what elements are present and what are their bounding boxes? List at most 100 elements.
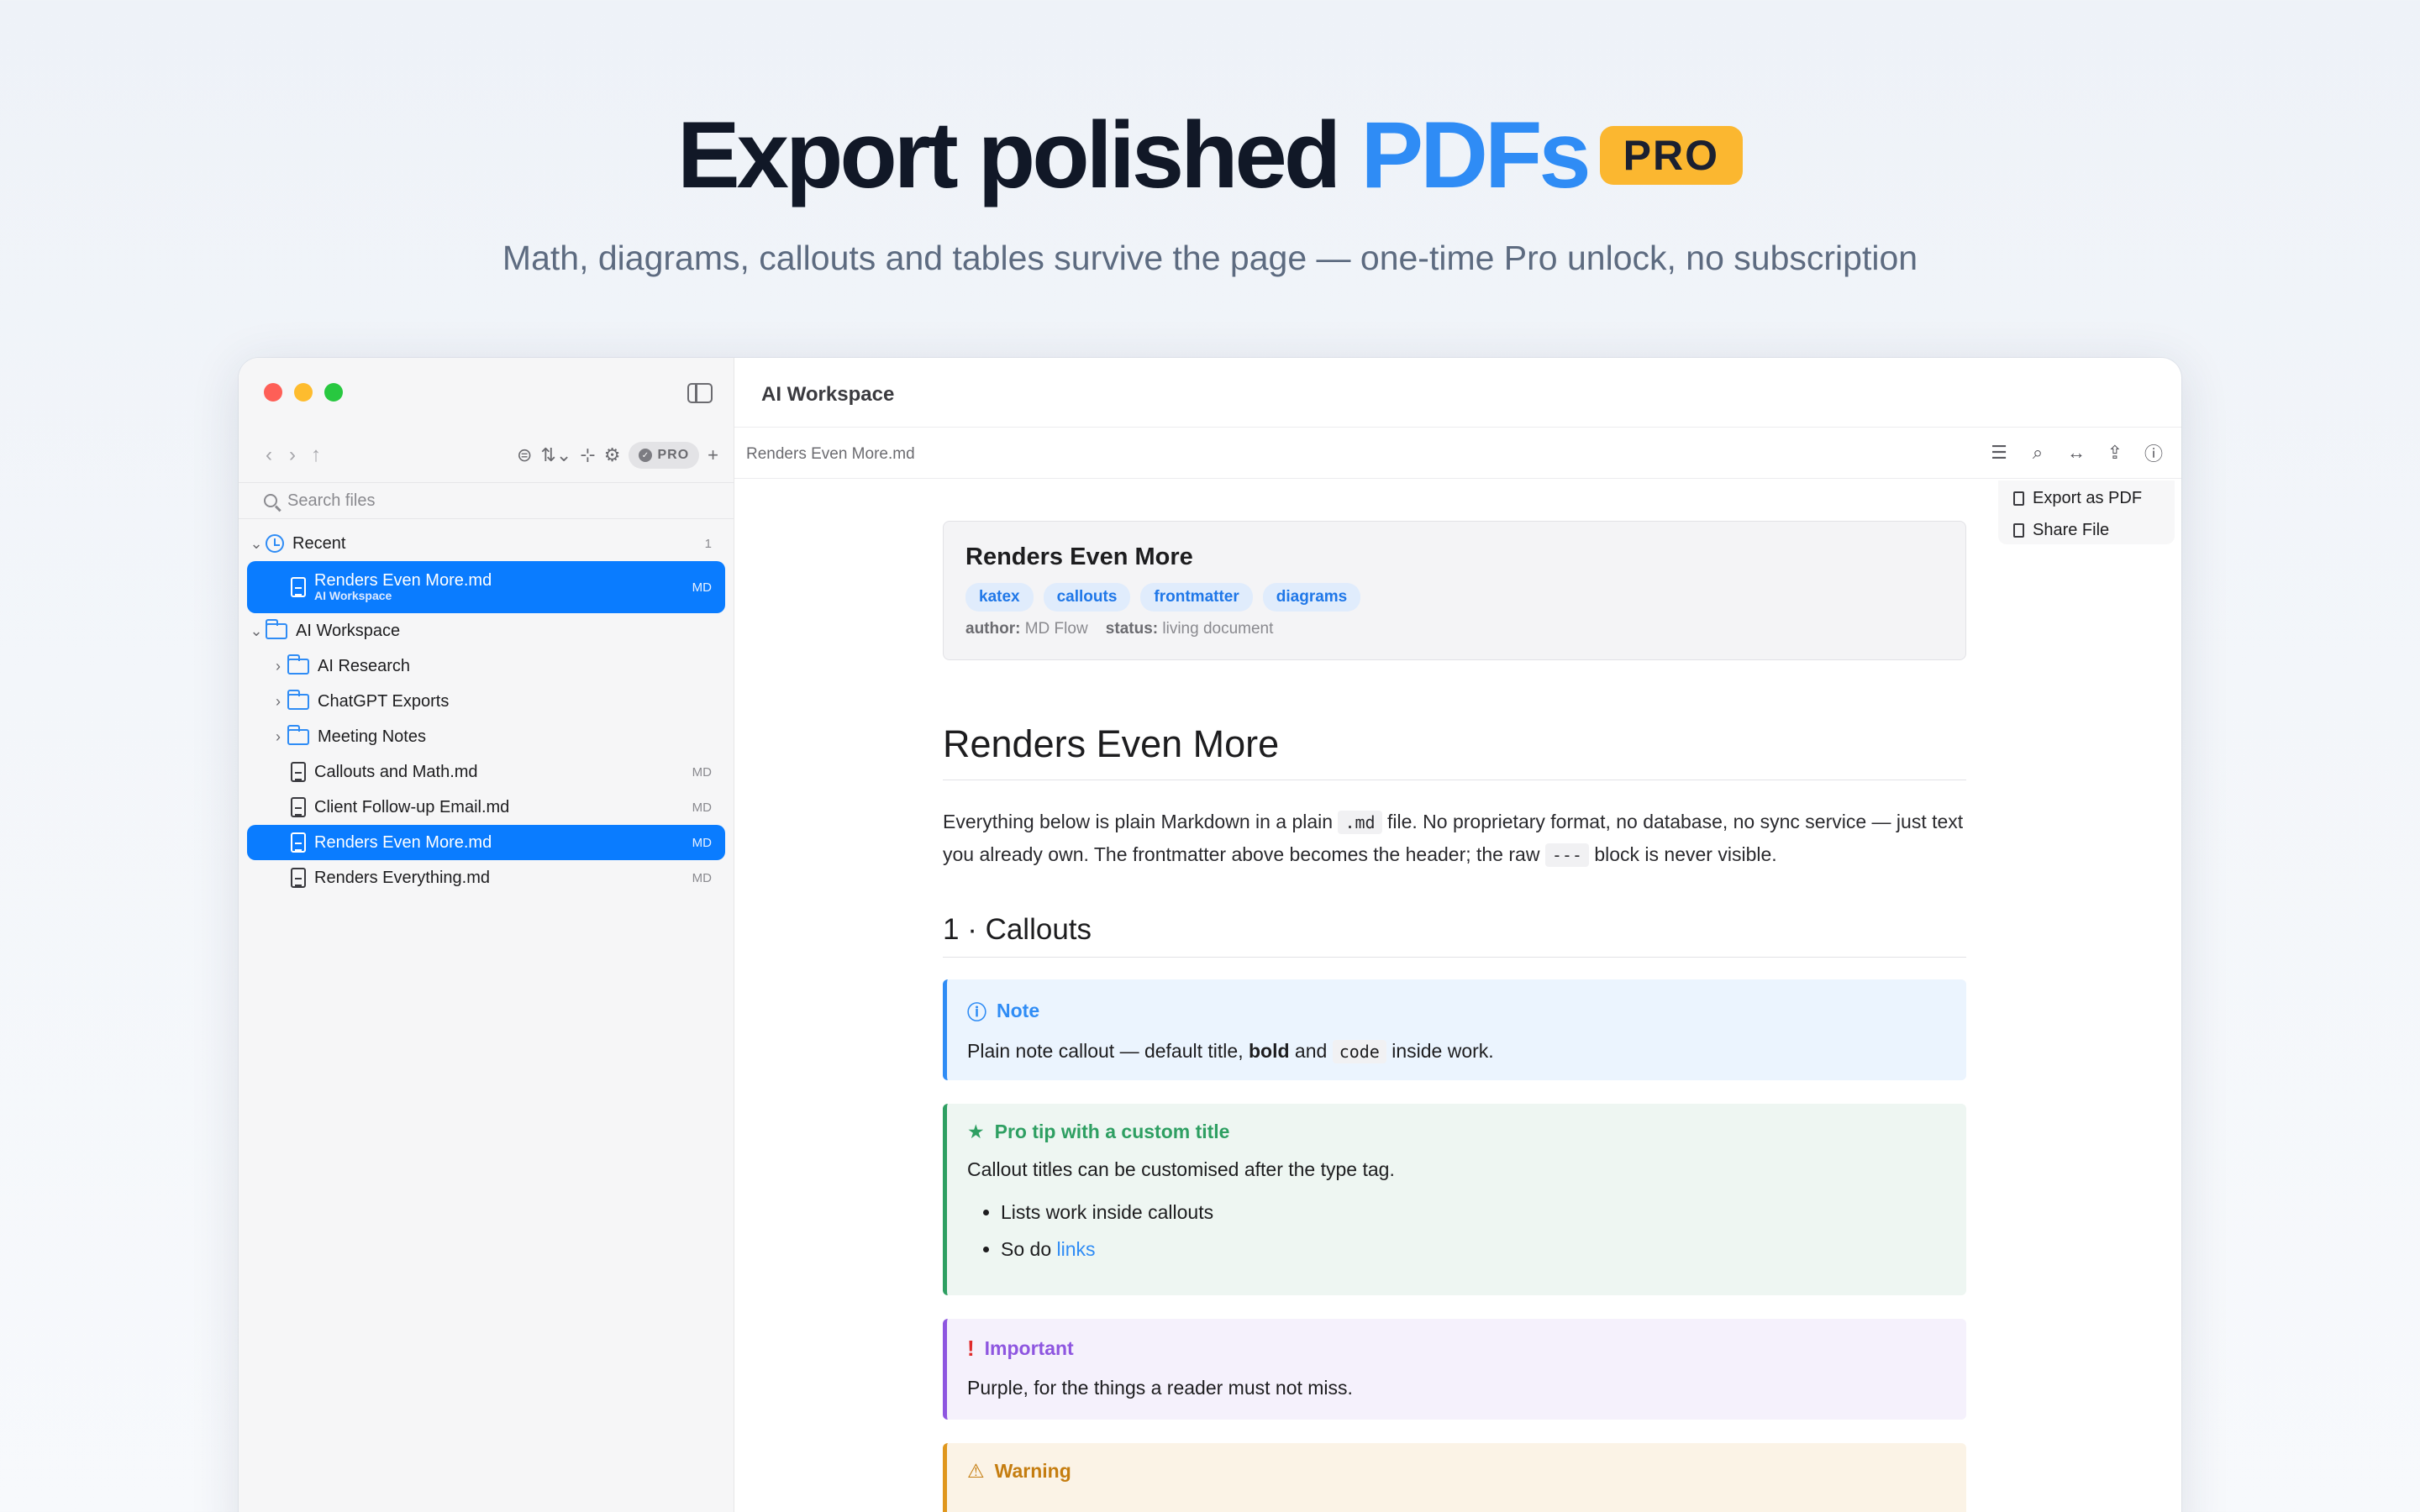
warning-triangle-icon: ⚠	[967, 1460, 985, 1482]
callout-title: Important	[984, 1337, 1074, 1359]
markdown-file-icon	[291, 577, 306, 597]
section-label: Recent	[292, 533, 346, 553]
file-type-tag: MD	[692, 835, 712, 850]
markdown-file-icon	[291, 797, 306, 817]
chevron-down-icon[interactable]: ⌄	[247, 622, 266, 640]
forward-icon[interactable]: ›	[281, 443, 304, 468]
document-icon	[2013, 491, 2024, 506]
file-item-selected[interactable]: Renders Even More.md MD	[247, 825, 725, 860]
chevron-right-icon[interactable]: ›	[269, 728, 287, 746]
file-type-tag: MD	[692, 800, 712, 815]
folder-icon	[287, 654, 309, 675]
menu-export-pdf[interactable]: Export as PDF	[2013, 486, 2142, 511]
text-run: block is never visible.	[1588, 843, 1777, 865]
inline-code: code	[1332, 1040, 1386, 1063]
folder-label: Meeting Notes	[318, 727, 426, 746]
menu-label: Export as PDF	[2033, 488, 2143, 507]
chevron-right-icon[interactable]: ›	[269, 693, 287, 711]
callout-body: Purple, for the things a reader must not…	[967, 1377, 1353, 1399]
hero-title-accent: PDFs	[1360, 102, 1591, 207]
hero-title-main: Export polished	[676, 102, 1361, 207]
folder-label: AI Workspace	[296, 621, 401, 640]
text-run: inside work.	[1386, 1040, 1494, 1062]
menu-share-file[interactable]: Share File	[2013, 517, 2109, 543]
document-heading: Renders Even More	[943, 722, 1966, 780]
list-item: Lists work inside callouts	[1001, 1194, 1946, 1231]
author-value: MD Flow	[1024, 620, 1088, 638]
text-run: and	[1289, 1040, 1333, 1062]
window-title: AI Workspace	[761, 383, 895, 406]
document-content: Renders Even More katex callouts frontma…	[943, 521, 1966, 1512]
file-name: Callouts and Math.md	[314, 762, 478, 781]
info-icon[interactable]: ⓘ	[2143, 442, 2165, 465]
section-recent[interactable]: ⌄ Recent 1	[247, 526, 725, 561]
add-icon[interactable]: +	[708, 443, 718, 468]
recent-file-item[interactable]: Renders Even More.md AI Workspace MD	[247, 561, 725, 613]
chevron-down-icon[interactable]: ⌄	[247, 535, 266, 553]
count-badge: 1	[704, 536, 712, 551]
share-menu: Export as PDF Share File	[1998, 480, 2175, 544]
traffic-lights	[264, 383, 343, 402]
tag-chip[interactable]: diagrams	[1262, 583, 1361, 612]
markdown-file-icon	[291, 762, 306, 782]
breadcrumb[interactable]: Renders Even More.md	[746, 445, 915, 464]
file-location: AI Workspace	[314, 589, 392, 602]
folder-ai-workspace[interactable]: ⌄ AI Workspace	[247, 613, 725, 648]
filter-icon[interactable]: ⊜	[517, 443, 532, 468]
file-name: Client Follow-up Email.md	[314, 797, 510, 816]
up-arrow-icon[interactable]: ↑	[304, 443, 328, 468]
callout-title: Note	[997, 999, 1040, 1021]
markdown-file-icon	[291, 868, 306, 888]
close-window-button[interactable]	[264, 383, 282, 402]
width-toggle-icon[interactable]: ↔	[2065, 442, 2087, 464]
search-icon	[264, 494, 277, 507]
sidebar: ‹ › ↑ ⊜ ⇅⌄ ⊹ ⚙ ✓ PRO + Search files ⌄ Re…	[239, 358, 734, 1512]
minimize-window-button[interactable]	[294, 383, 313, 402]
search-field[interactable]: Search files	[239, 482, 734, 519]
callout-list: Lists work inside callouts So do links	[1001, 1194, 1946, 1268]
tag-chip[interactable]: katex	[965, 583, 1034, 612]
file-item[interactable]: Renders Everything.md MD	[247, 860, 725, 895]
editor-toolbar: ☰ ⌕ ↔ ⇪ ⓘ	[1988, 442, 2165, 465]
tag-chip[interactable]: callouts	[1043, 583, 1131, 612]
star-icon: ★	[967, 1121, 985, 1142]
folder-item[interactable]: › Meeting Notes	[247, 719, 725, 754]
pro-status-pill[interactable]: ✓ PRO	[629, 442, 700, 469]
sidebar-toggle-icon[interactable]	[687, 383, 713, 403]
folder-label: AI Research	[318, 656, 411, 675]
zoom-window-button[interactable]	[324, 383, 343, 402]
sidebar-toolbar: ‹ › ↑ ⊜ ⇅⌄ ⊹ ⚙ ✓ PRO +	[257, 440, 718, 470]
search-icon[interactable]: ⌕	[2027, 442, 2049, 464]
file-item[interactable]: Client Follow-up Email.md MD	[247, 790, 725, 825]
split-icon[interactable]: ⊹	[580, 443, 595, 468]
clock-icon	[266, 534, 284, 553]
folder-item[interactable]: › ChatGPT Exports	[247, 684, 725, 719]
check-badge-icon: ✓	[639, 449, 653, 462]
app-window: ‹ › ↑ ⊜ ⇅⌄ ⊹ ⚙ ✓ PRO + Search files ⌄ Re…	[239, 358, 2181, 1512]
folder-item[interactable]: › AI Research	[247, 648, 725, 684]
sort-icon[interactable]: ⇅⌄	[540, 443, 571, 468]
tip-callout: ★ Pro tip with a custom title Callout tit…	[943, 1104, 1966, 1295]
tag-chip[interactable]: frontmatter	[1140, 583, 1253, 612]
file-type-tag: MD	[692, 764, 712, 780]
outline-list-icon[interactable]: ☰	[1988, 442, 2010, 464]
chevron-right-icon[interactable]: ›	[269, 658, 287, 675]
exclamation-icon: !	[967, 1336, 975, 1361]
frontmatter-title: Renders Even More	[965, 543, 1193, 570]
callout-title: Pro tip with a custom title	[994, 1121, 1230, 1142]
status-key: status:	[1105, 620, 1159, 638]
back-icon[interactable]: ‹	[257, 443, 281, 468]
link[interactable]: links	[1057, 1238, 1096, 1260]
note-callout: ⓘ Note Plain note callout — default title…	[943, 979, 1966, 1080]
info-icon: ⓘ	[967, 1001, 986, 1023]
gear-icon[interactable]: ⚙	[604, 443, 621, 468]
file-name: Renders Even More.md	[314, 832, 492, 852]
share-icon[interactable]: ⇪	[2104, 442, 2126, 464]
folder-icon	[287, 724, 309, 745]
search-placeholder: Search files	[287, 491, 376, 510]
file-item[interactable]: Callouts and Math.md MD	[247, 754, 725, 790]
hero-subtitle: Math, diagrams, callouts and tables surv…	[502, 239, 1918, 277]
callout-body: Callout titles can be customised after t…	[967, 1158, 1395, 1180]
pro-badge: PRO	[1599, 126, 1744, 186]
warning-callout: ⚠ Warning	[943, 1443, 1966, 1512]
